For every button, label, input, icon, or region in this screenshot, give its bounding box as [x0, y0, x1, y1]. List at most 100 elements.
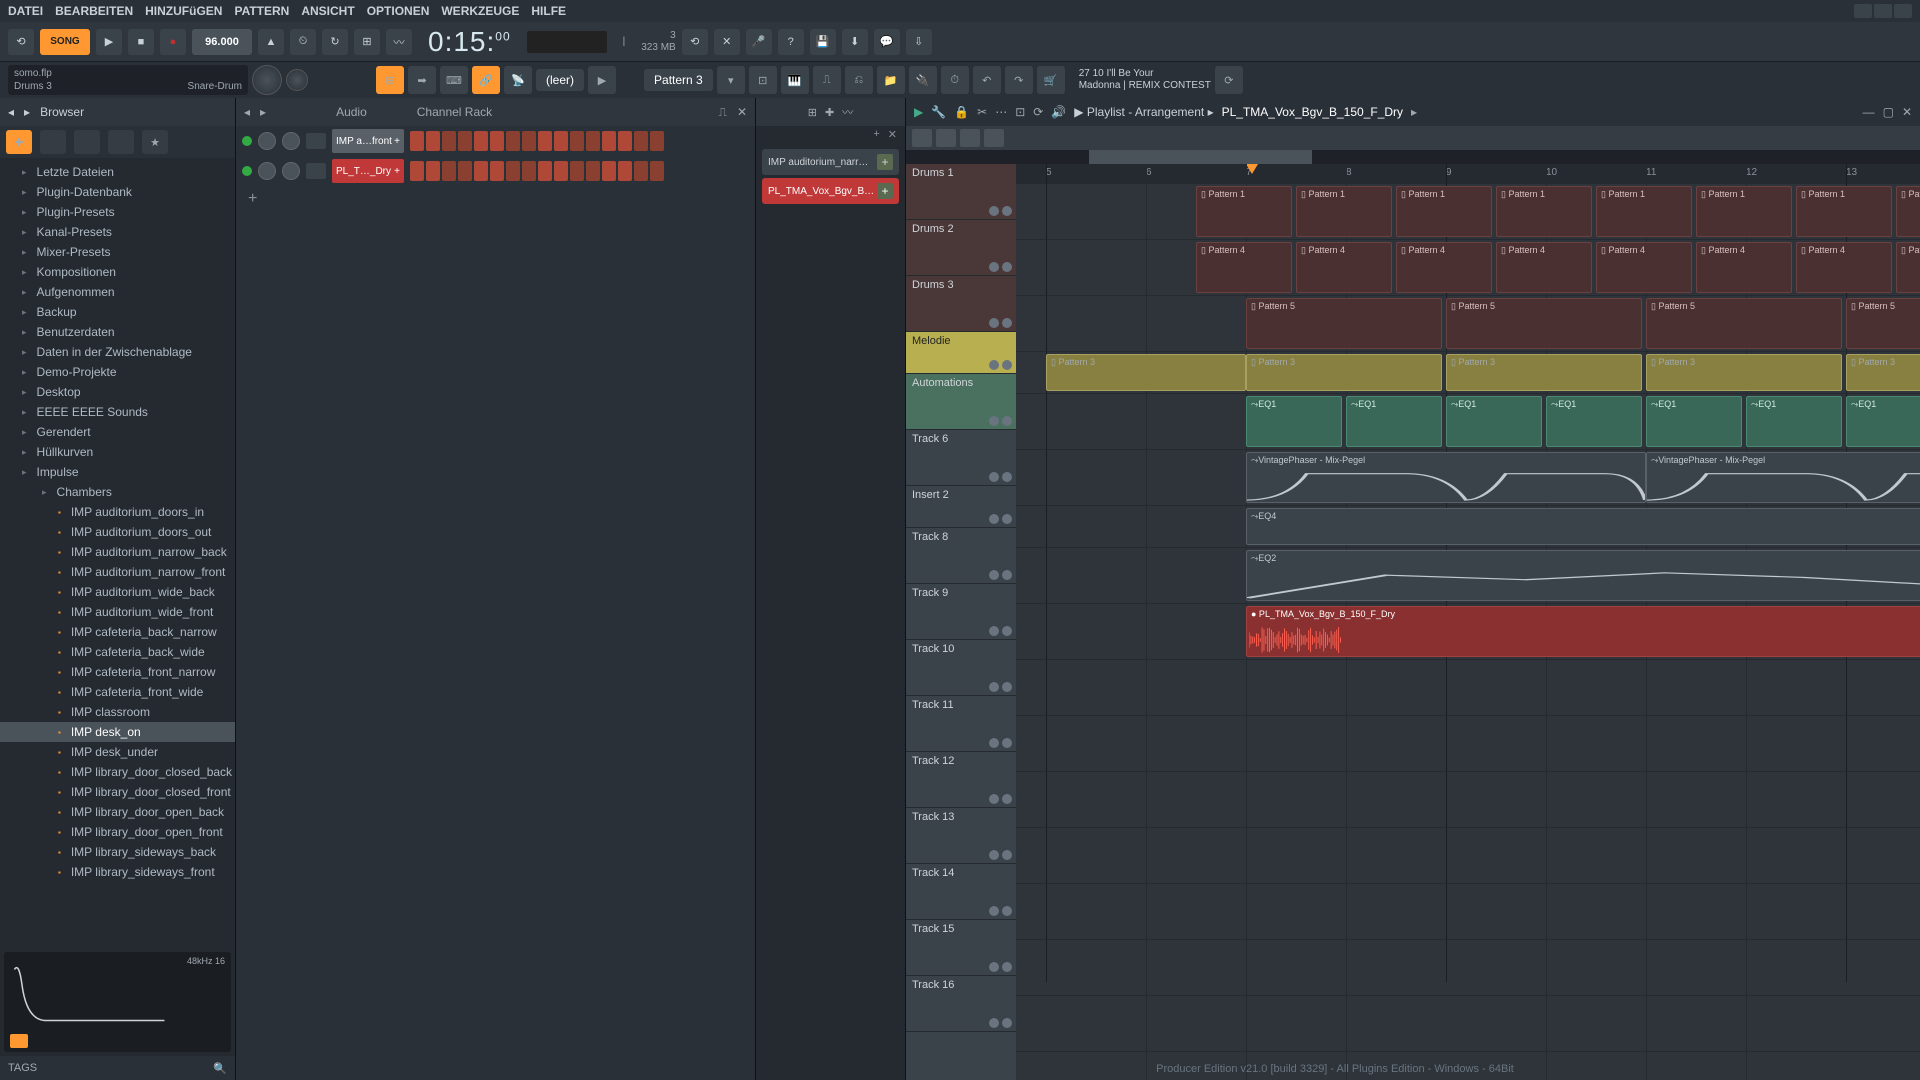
step-button[interactable] [426, 161, 440, 181]
playlist-clip[interactable]: ▯ Pattern 3 [1046, 354, 1246, 391]
channel-name-button[interactable]: PL_T…_Dry + [332, 159, 404, 183]
track-solo-icon[interactable] [1002, 262, 1012, 272]
track-header[interactable]: Track 13 [906, 808, 1016, 864]
playlist-clip[interactable]: ⤳EQ1 [1546, 396, 1642, 447]
track-mute-icon[interactable] [989, 626, 999, 636]
pattern-menu-icon[interactable]: ▾ [717, 66, 745, 94]
menu-view[interactable]: ANSICHT [301, 4, 354, 18]
step-button[interactable] [410, 161, 424, 181]
ch-close-icon[interactable]: ✕ [737, 105, 747, 119]
browser-file[interactable]: IMP auditorium_wide_back [0, 582, 235, 602]
download-icon[interactable]: ⇩ [906, 29, 932, 55]
browser-folder[interactable]: Letzte Dateien [0, 162, 235, 182]
channel-pan-knob[interactable] [258, 132, 276, 150]
arrow-icon[interactable]: ➡ [408, 66, 436, 94]
step-button[interactable] [586, 161, 600, 181]
record-button[interactable]: ● [160, 29, 186, 55]
track-header[interactable]: Track 8 [906, 528, 1016, 584]
track-header[interactable]: Track 12 [906, 752, 1016, 808]
menu-file[interactable]: DATEI [8, 4, 43, 18]
track-lane[interactable]: ▯ Pattern 5▯ Pattern 5▯ Pattern 5▯ Patte… [1016, 296, 1920, 352]
playlist-clip[interactable]: ▯ Pattern 1 [1196, 186, 1292, 237]
browser-icon[interactable]: 📁 [877, 66, 905, 94]
track-solo-icon[interactable] [1002, 472, 1012, 482]
picker-add-icon[interactable]: + [877, 154, 893, 170]
track-mute-icon[interactable] [989, 794, 999, 804]
step-button[interactable] [602, 131, 616, 151]
browser-tab4[interactable]: ★ [142, 130, 168, 154]
live-icon[interactable]: 📡 [504, 66, 532, 94]
track-mute-icon[interactable] [989, 850, 999, 860]
piano-icon[interactable]: 🎹 [781, 66, 809, 94]
step-button[interactable] [538, 131, 552, 151]
step-button[interactable] [522, 131, 536, 151]
ch-dropdown[interactable]: Audio [336, 105, 367, 119]
track-lane[interactable] [1016, 772, 1920, 828]
pl-close-icon[interactable]: ✕ [1902, 105, 1912, 119]
plugin-icon[interactable]: 🔌 [909, 66, 937, 94]
playlist-clip[interactable]: ▯ Pattern 4 [1196, 242, 1292, 293]
browser-folder[interactable]: Hüllkurven [0, 442, 235, 462]
step-button[interactable] [442, 131, 456, 151]
track-lane[interactable] [1016, 884, 1920, 940]
channel-add-button[interactable]: + [236, 186, 755, 212]
channel-route[interactable] [306, 163, 326, 179]
step-button[interactable] [650, 161, 664, 181]
track-header[interactable]: Melodie [906, 332, 1016, 374]
track-mute-icon[interactable] [989, 360, 999, 370]
step-button[interactable] [634, 131, 648, 151]
playlist-clip[interactable]: ⤳VintagePhaser - Mix-Pegel [1646, 452, 1920, 503]
track-header[interactable]: Track 15 [906, 920, 1016, 976]
playlist-clip[interactable]: ▯ Pattern 1 [1596, 186, 1692, 237]
track-solo-icon[interactable] [1002, 906, 1012, 916]
step-icon[interactable]: ⊞ [354, 29, 380, 55]
browser-tab2[interactable] [74, 130, 100, 154]
playlist-clip[interactable]: ▯ Pattern 3 [1446, 354, 1642, 391]
picker-clip[interactable]: PL_TMA_Vox_Bgv_B…+ [762, 178, 899, 204]
track-lane[interactable]: ⤳EQ1⤳EQ1⤳EQ1⤳EQ1⤳EQ1⤳EQ1⤳EQ1⤳EQ1⤳EQ1⤳EQ1 [1016, 394, 1920, 450]
track-solo-icon[interactable] [1002, 570, 1012, 580]
time-display[interactable]: 0:15:00 [428, 26, 511, 58]
step-button[interactable] [618, 161, 632, 181]
track-solo-icon[interactable] [1002, 626, 1012, 636]
tools-icon[interactable]: ✕ [714, 29, 740, 55]
browser-file[interactable]: IMP library_sideways_front [0, 862, 235, 882]
step-button[interactable] [458, 131, 472, 151]
browser-file[interactable]: IMP library_door_closed_back [0, 762, 235, 782]
playlist-clip[interactable]: ▯ Pattern 4 [1496, 242, 1592, 293]
pattern-selector[interactable]: Pattern 3 [644, 69, 713, 91]
step-button[interactable] [458, 161, 472, 181]
picker-tab3[interactable]: 〰 [842, 104, 853, 120]
play-small-icon[interactable]: ▶ [588, 66, 616, 94]
close-button[interactable] [1894, 4, 1912, 18]
track-mute-icon[interactable] [989, 682, 999, 692]
playlist-clip[interactable]: ▯ Pattern 3 [1646, 354, 1842, 391]
track-header[interactable]: Track 6 [906, 430, 1016, 486]
browser-file[interactable]: IMP cafeteria_front_wide [0, 682, 235, 702]
browser-file[interactable]: IMP auditorium_narrow_front [0, 562, 235, 582]
track-solo-icon[interactable] [1002, 514, 1012, 524]
picker-close-icon[interactable]: ✕ [888, 128, 897, 144]
mixer-icon[interactable]: ⎍ [813, 66, 841, 94]
step-button[interactable] [490, 161, 504, 181]
step-button[interactable] [506, 131, 520, 151]
browser-tree[interactable]: Letzte DateienPlugin-DatenbankPlugin-Pre… [0, 158, 235, 948]
track-lane[interactable]: ⤳EQ4⤳EQ4 [1016, 506, 1920, 548]
track-lane[interactable] [1016, 828, 1920, 884]
playlist-clip[interactable]: ⤳EQ4 [1246, 508, 1920, 545]
step-button[interactable] [586, 131, 600, 151]
pl-more1-icon[interactable]: ⋯ [995, 105, 1007, 119]
browser-file[interactable]: IMP library_door_open_back [0, 802, 235, 822]
undo-icon[interactable]: ⟲ [682, 29, 708, 55]
browser-folder[interactable]: Demo-Projekte [0, 362, 235, 382]
playlist-clip[interactable]: ▯ Pattern 4 [1696, 242, 1792, 293]
playlist-clip[interactable]: ⤳EQ1 [1646, 396, 1742, 447]
playlist-ruler[interactable]: 567891011121314 [1016, 164, 1920, 184]
leer-dropdown[interactable]: (leer) [536, 69, 584, 91]
channel-led[interactable] [242, 136, 252, 146]
playlist-clip[interactable]: ▯ Pattern 5 [1246, 298, 1442, 349]
ch-back-icon[interactable]: ◂ [244, 105, 250, 119]
track-mute-icon[interactable] [989, 906, 999, 916]
track-header[interactable]: Track 11 [906, 696, 1016, 752]
pl-brush-icon[interactable] [960, 129, 980, 147]
